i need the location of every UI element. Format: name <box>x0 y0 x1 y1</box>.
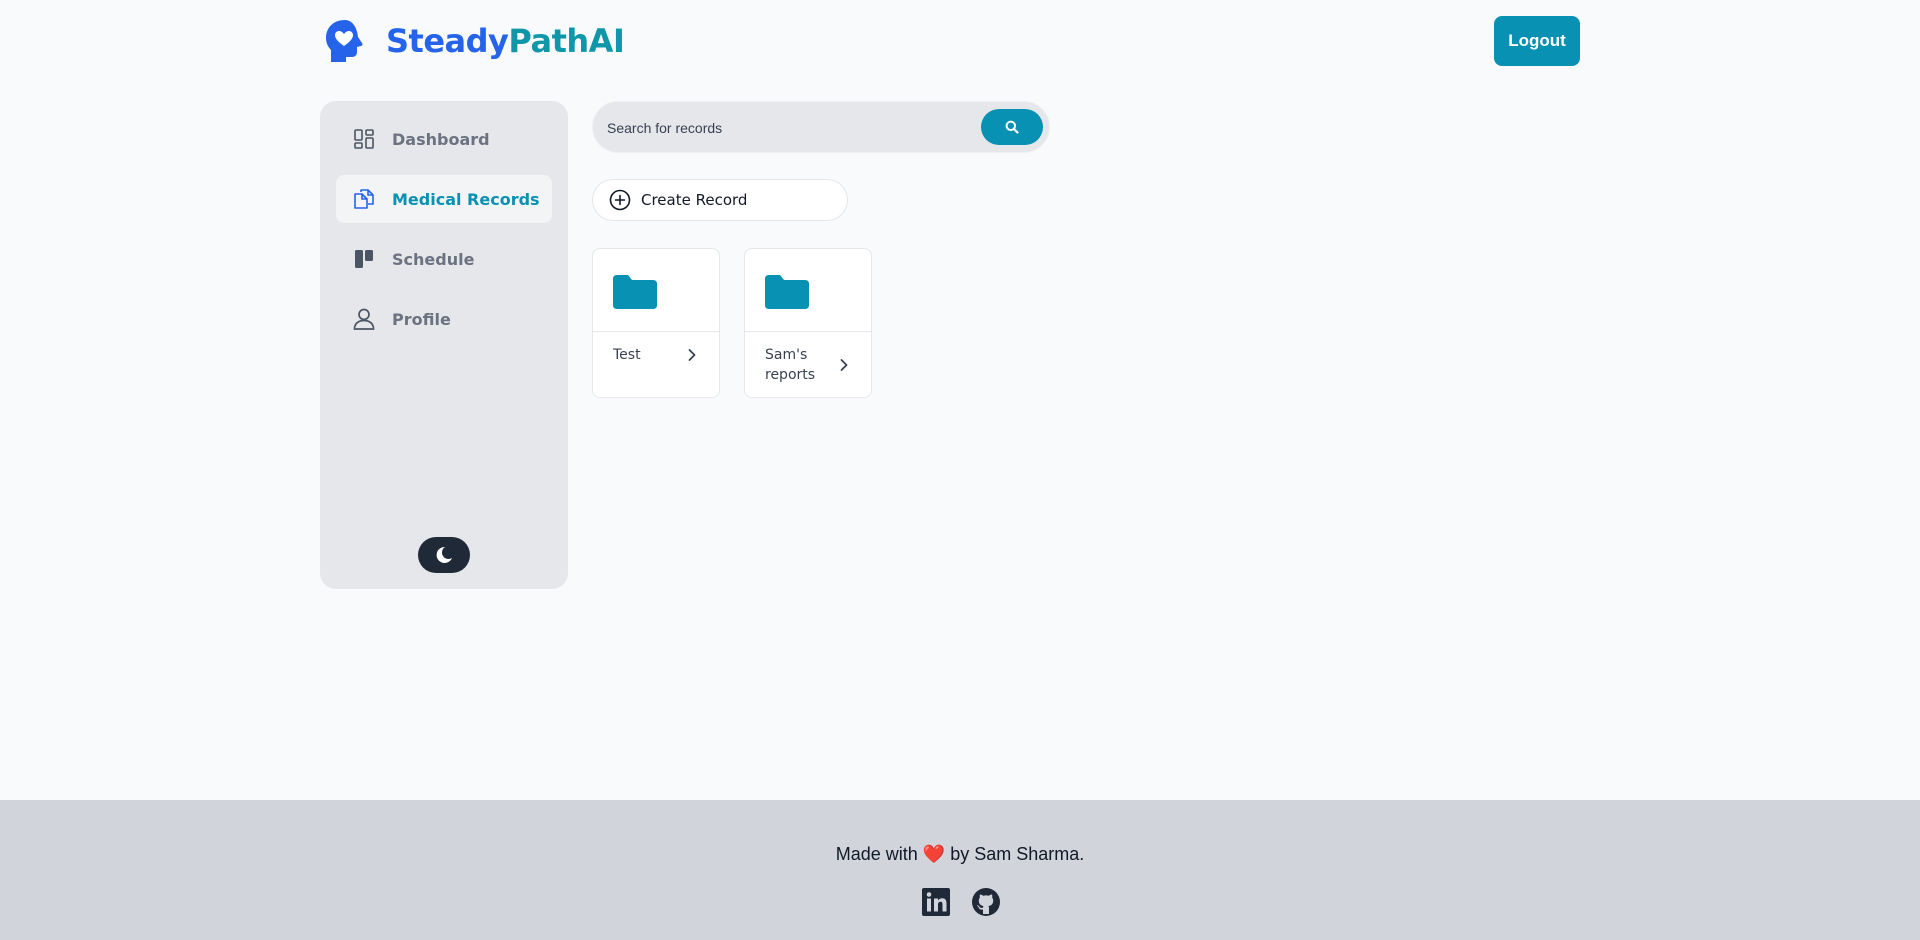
footer: Made with ❤️ by Sam Sharma. <box>0 800 1920 940</box>
folder-name: Test <box>613 347 641 363</box>
schedule-icon <box>352 247 376 271</box>
chevron-right-icon <box>688 349 696 361</box>
brand[interactable]: SteadyPathAI <box>324 18 625 64</box>
sidebar-item-medical-records[interactable]: Medical Records <box>336 175 552 223</box>
plus-circle-icon <box>609 189 631 211</box>
app-header: SteadyPathAI Logout <box>0 0 1920 82</box>
sidebar-item-label: Dashboard <box>392 129 490 149</box>
folder-name: Sam's reports <box>765 347 816 383</box>
moon-icon <box>436 546 452 563</box>
chevron-right-icon <box>840 359 848 371</box>
search-icon <box>1005 120 1019 134</box>
search-bar <box>592 101 1050 153</box>
brand-name: SteadyPathAI <box>386 22 625 60</box>
sidebar-item-label: Schedule <box>392 249 475 269</box>
documents-icon <box>352 187 376 211</box>
search-input[interactable] <box>607 114 967 142</box>
create-record-button[interactable]: Create Record <box>592 179 848 221</box>
sidebar-item-label: Medical Records <box>392 189 540 209</box>
dashboard-icon <box>352 127 376 151</box>
sidebar: Dashboard Medical Records Schedule Profi… <box>320 101 568 589</box>
sidebar-item-profile[interactable]: Profile <box>336 295 552 343</box>
brand-name-steady: Steady <box>386 22 509 60</box>
logout-button[interactable]: Logout <box>1494 16 1580 66</box>
footer-text-before: Made with <box>835 844 923 864</box>
github-icon[interactable] <box>970 886 1002 918</box>
head-heart-logo-icon <box>326 20 363 62</box>
folder-card-test[interactable]: Test <box>592 248 720 398</box>
social-links <box>920 886 1002 918</box>
linkedin-icon[interactable] <box>920 886 952 918</box>
brand-name-path: PathAI <box>508 22 625 60</box>
sidebar-item-dashboard[interactable]: Dashboard <box>336 115 552 163</box>
sidebar-item-schedule[interactable]: Schedule <box>336 235 552 283</box>
theme-toggle-button[interactable] <box>418 537 470 573</box>
footer-credit: Made with ❤️ by Sam Sharma. <box>0 844 1920 865</box>
search-button[interactable] <box>981 109 1043 145</box>
create-record-label: Create Record <box>641 191 748 209</box>
folder-icon <box>613 275 657 309</box>
folder-icon <box>765 275 809 309</box>
user-icon <box>352 307 376 331</box>
sidebar-item-label: Profile <box>392 309 451 329</box>
folder-card-sams-reports[interactable]: Sam's reports <box>744 248 872 398</box>
folder-divider <box>593 331 719 332</box>
footer-text-after: by Sam Sharma. <box>945 844 1085 864</box>
folder-divider <box>745 331 871 332</box>
heart-icon: ❤️ <box>922 844 946 864</box>
